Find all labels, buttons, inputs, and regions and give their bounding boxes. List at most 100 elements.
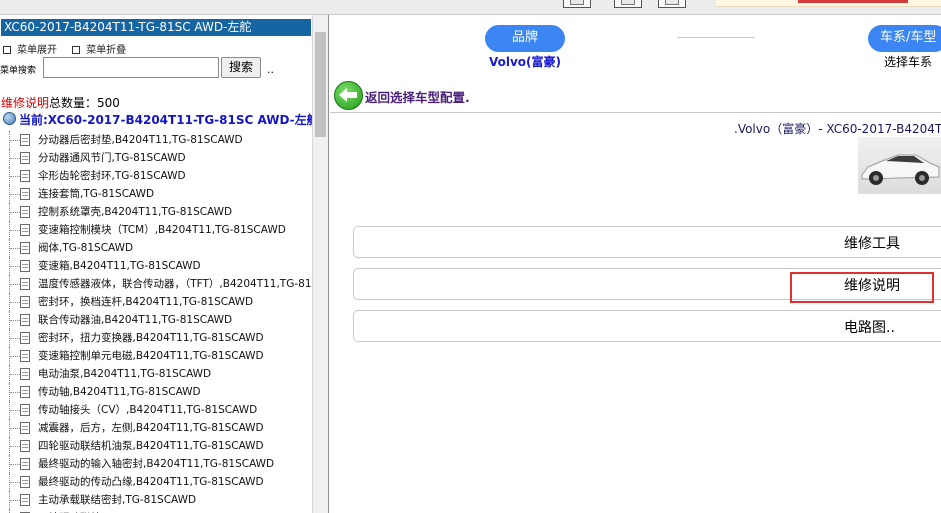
tree-item-label: 温度传感器液体，联合传动器，（TFT）,B4204T11,TG-81SCAWD	[38, 278, 329, 290]
brand-nav-button[interactable]: 品牌	[485, 25, 565, 52]
tree-branch	[9, 491, 20, 509]
tree-branch	[9, 383, 20, 401]
tree-branch	[9, 167, 20, 185]
tree-item[interactable]: 变速箱控制模块（TCM）,B4204T11,TG-81SCAWD	[0, 221, 312, 239]
tree-item[interactable]: 控制系统罩壳,B4204T11,TG-81SCAWD	[0, 203, 312, 221]
scrollbar-thumb[interactable]	[315, 32, 326, 137]
tree-branch	[9, 311, 20, 329]
tree-branch	[9, 329, 20, 347]
left-menu-panel: XC60-2017-B4204T11-TG-81SC AWD-左舵 菜单展开 菜…	[0, 15, 329, 513]
tree-branch	[9, 473, 20, 491]
menu-collapse-label: 菜单折叠	[86, 45, 127, 56]
document-icon	[20, 404, 30, 416]
menu-item-repair-tools[interactable]: 维修工具	[353, 226, 941, 258]
tree-item-label: 分动器后密封垫,B4204T11,TG-81SCAWD	[38, 134, 243, 146]
menu-item-wiring-diagram[interactable]: 电路图..	[353, 310, 941, 342]
nav-connector	[677, 37, 755, 38]
toolbar-icon-2[interactable]	[614, 0, 642, 8]
tree-item[interactable]: 分动器后密封垫,B4204T11,TG-81SCAWD	[0, 131, 312, 149]
tree-branch	[9, 293, 20, 311]
tree-branch	[9, 185, 20, 203]
document-icon	[20, 242, 30, 254]
menu-search-input[interactable]	[43, 57, 219, 78]
top-toolbar-strip	[0, 0, 941, 15]
tree-item[interactable]: 密封环，扭力变换器,B4204T11,TG-81SCAWD	[0, 329, 312, 347]
tree-branch	[9, 275, 20, 293]
tree-item[interactable]: 变速箱,B4204T11,TG-81SCAWD	[0, 257, 312, 275]
tree-item-label: 传动轴接头（CV）,B4204T11,TG-81SCAWD	[38, 404, 258, 416]
document-icon	[20, 278, 30, 290]
tree-item[interactable]: 传动轴接头（CV）,B4204T11,TG-81SCAWD	[0, 401, 312, 419]
tree-item-label: 传动轴,B4204T11,TG-81SCAWD	[38, 386, 201, 398]
tree-branch	[9, 203, 20, 221]
series-nav-button[interactable]: 车系/车型	[868, 25, 941, 52]
tree-item[interactable]: 分动器通风节门,TG-81SCAWD	[0, 149, 312, 167]
tree-item[interactable]: 连接套筒,TG-81SCAWD	[0, 185, 312, 203]
vehicle-breadcrumb: .Volvo（富豪）- XC60-2017-B4204T11	[734, 122, 941, 136]
menu-item-label: 电路图..	[844, 320, 895, 336]
tree-item[interactable]: 电动油泵,B4204T11,TG-81SCAWD	[0, 365, 312, 383]
menu-expand-label: 菜单展开	[17, 45, 57, 56]
document-icon	[20, 368, 30, 380]
tree-item-label: 主动承载联结密封,TG-81SCAWD	[38, 494, 197, 506]
search-suffix: ..	[267, 63, 274, 76]
document-icon	[20, 422, 30, 434]
tree-item[interactable]: 减震器，后方，左侧,B4204T11,TG-81SCAWD	[0, 419, 312, 437]
tree-item[interactable]: 温度传感器液体，联合传动器，（TFT）,B4204T11,TG-81SCAWD	[0, 275, 328, 293]
globe-icon	[3, 112, 16, 125]
search-label: 菜单搜索	[0, 66, 37, 76]
document-icon	[20, 440, 30, 452]
tree-item[interactable]: 最终驱动的输入轴密封,B4204T11,TG-81SCAWD	[0, 455, 312, 473]
document-icon	[20, 152, 30, 164]
document-icon	[20, 224, 30, 236]
item-count: 维修说明总数量：500	[1, 94, 120, 111]
tree-item[interactable]: 主动承载联结密封,TG-81SCAWD	[0, 491, 312, 509]
document-icon	[20, 476, 30, 488]
document-icon	[20, 494, 30, 506]
current-vehicle-node[interactable]: 当前:XC60-2017-B4204T11-TG-81SC AWD-左舵	[3, 111, 319, 128]
tree-item-label: 密封环，换档连杆,B4204T11,TG-81SCAWD	[38, 296, 254, 308]
expand-icon	[3, 46, 11, 54]
back-arrow-icon	[334, 81, 363, 110]
menu-controls: 菜单展开 菜单折叠	[3, 41, 138, 56]
document-icon	[20, 332, 30, 344]
tree-branch	[9, 131, 20, 149]
tree-item[interactable]: 四轮驱动联结机油泵,B4204T11,TG-81SCAWD	[0, 437, 312, 455]
menu-collapse-button[interactable]: 菜单折叠	[72, 45, 126, 56]
menu-item-label: 维修工具	[844, 236, 900, 252]
menu-expand-button[interactable]: 菜单展开	[3, 45, 57, 56]
tree-item-label: 最终驱动的输入轴密封,B4204T11,TG-81SCAWD	[38, 458, 275, 470]
tree-item[interactable]: 最终驱动的传动凸缘,B4204T11,TG-81SCAWD	[0, 473, 312, 491]
tree-item[interactable]: 传动轴,B4204T11,TG-81SCAWD	[0, 383, 312, 401]
toolbar-icon-1[interactable]	[563, 0, 591, 8]
tree-item-label: 阀体,TG-81SCAWD	[38, 242, 134, 254]
tree-item-label: 四轮驱动联结机油泵,B4204T11,TG-81SCAWD	[38, 440, 264, 452]
tree-item[interactable]: 密封环，换档连杆,B4204T11,TG-81SCAWD	[0, 293, 312, 311]
tree-item-label: 变速箱控制模块（TCM）,B4204T11,TG-81SCAWD	[38, 224, 286, 236]
tree-item[interactable]: 变速箱控制单元电磁,B4204T11,TG-81SCAWD	[0, 347, 312, 365]
series-value: 选择车系	[884, 55, 933, 69]
document-icon	[20, 386, 30, 398]
tree-item-label: 最终驱动的传动凸缘,B4204T11,TG-81SCAWD	[38, 476, 264, 488]
document-icon	[20, 170, 30, 182]
tree-branch	[9, 365, 20, 383]
left-scrollbar[interactable]	[312, 15, 328, 513]
document-icon	[20, 314, 30, 326]
tree-item-label: 连接套筒,TG-81SCAWD	[38, 188, 155, 200]
tree-branch	[9, 509, 20, 513]
tree-item[interactable]: 伞形齿轮密封环,TG-81SCAWD	[0, 167, 312, 185]
tree-item-label: 伞形齿轮密封环,TG-81SCAWD	[38, 170, 186, 182]
document-icon	[20, 350, 30, 362]
search-button[interactable]: 搜索	[221, 57, 261, 78]
tree-branch	[9, 221, 20, 239]
document-icon	[20, 134, 30, 146]
car-thumbnail	[858, 137, 941, 194]
toolbar-icon-3[interactable]	[658, 0, 686, 8]
tree-item[interactable]: 四轮驱动联结,B4204T11,TG-81SCAWD	[0, 509, 312, 513]
document-icon	[20, 260, 30, 272]
tree-branch	[9, 149, 20, 167]
tree-item[interactable]: 阀体,TG-81SCAWD	[0, 239, 312, 257]
tree-branch	[9, 401, 20, 419]
tree-item-label: 电动油泵,B4204T11,TG-81SCAWD	[38, 368, 212, 380]
tree-item[interactable]: 联合传动器油,B4204T11,TG-81SCAWD	[0, 311, 312, 329]
